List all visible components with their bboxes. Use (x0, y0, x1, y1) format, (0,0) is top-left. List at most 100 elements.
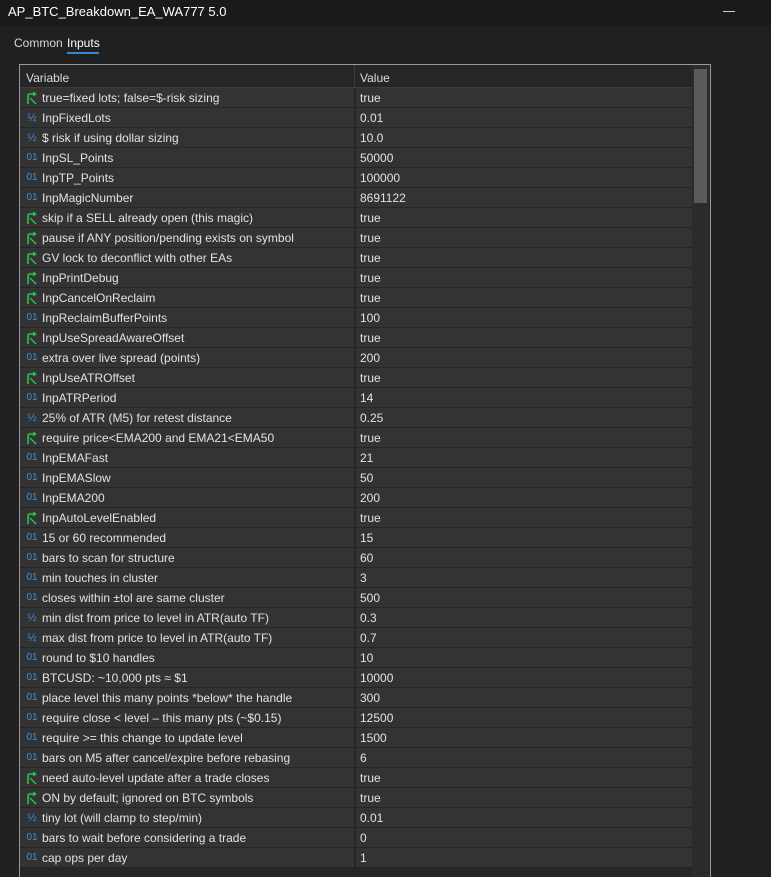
table-row[interactable]: ½ InpFixedLots 0.01 (20, 108, 692, 128)
table-row[interactable]: ½ tiny lot (will clamp to step/min) 0.01 (20, 808, 692, 828)
table-row[interactable]: 01 15 or 60 recommended 15 (20, 528, 692, 548)
vertical-scrollbar[interactable] (692, 65, 709, 877)
integer-01-icon: 01 (26, 592, 38, 603)
variable-value[interactable]: 12500 (360, 711, 393, 725)
variable-value[interactable]: true (360, 271, 381, 285)
table-row[interactable]: 01 InpMagicNumber 8691122 (20, 188, 692, 208)
variable-value[interactable]: 21 (360, 451, 373, 465)
variable-value[interactable]: 6 (360, 751, 367, 765)
table-row[interactable]: 01 InpSL_Points 50000 (20, 148, 692, 168)
variable-value[interactable]: 15 (360, 531, 373, 545)
table-row[interactable]: 01 bars on M5 after cancel/expire before … (20, 748, 692, 768)
integer-01-icon: 01 (26, 552, 38, 563)
table-row[interactable]: 01 BTCUSD: ~10,000 pts ≈ $1 10000 (20, 668, 692, 688)
table-row[interactable]: 01 InpEMAFast 21 (20, 448, 692, 468)
table-row[interactable]: ½ max dist from price to level in ATR(aut… (20, 628, 692, 648)
table-row[interactable]: InpCancelOnReclaim true (20, 288, 692, 308)
variable-value[interactable]: 50 (360, 471, 373, 485)
variable-value[interactable]: 300 (360, 691, 380, 705)
table-row[interactable]: pause if ANY position/pending exists on … (20, 228, 692, 248)
bool-arrow-icon (25, 251, 39, 265)
variable-value[interactable]: 8691122 (360, 191, 406, 205)
minimize-icon[interactable] (723, 2, 735, 20)
table-row[interactable]: InpAutoLevelEnabled true (20, 508, 692, 528)
variable-value[interactable]: 200 (360, 491, 380, 505)
table-row[interactable]: skip if a SELL already open (this magic)… (20, 208, 692, 228)
table-row[interactable]: ON by default; ignored on BTC symbols tru… (20, 788, 692, 808)
table-row[interactable]: 01 InpReclaimBufferPoints 100 (20, 308, 692, 328)
variable-value[interactable]: true (360, 291, 381, 305)
cell-divider (354, 548, 356, 568)
variable-value[interactable]: 100 (360, 311, 380, 325)
cell-divider (354, 648, 356, 668)
variable-value[interactable]: true (360, 251, 381, 265)
variable-value[interactable]: 10000 (360, 671, 393, 685)
column-header-variable[interactable]: Variable (26, 71, 69, 85)
table-row[interactable]: require price<EMA200 and EMA21<EMA50 true (20, 428, 692, 448)
table-row[interactable]: 01 require >= this change to update level… (20, 728, 692, 748)
table-row[interactable]: 01 extra over live spread (points) 200 (20, 348, 692, 368)
table-row[interactable]: 01 closes within ±tol are same cluster 500 (20, 588, 692, 608)
variable-value[interactable]: true (360, 771, 381, 785)
table-row[interactable]: 01 min touches in cluster 3 (20, 568, 692, 588)
table-row[interactable]: 01 require close < level – this many pts … (20, 708, 692, 728)
variable-value[interactable]: 100000 (360, 171, 400, 185)
table-row[interactable]: 01 round to $10 handles 10 (20, 648, 692, 668)
variable-value[interactable]: 50000 (360, 151, 393, 165)
variable-name: skip if a SELL already open (this magic) (42, 211, 253, 225)
tab-inputs[interactable]: Inputs (67, 36, 100, 50)
variable-value[interactable]: 10 (360, 651, 373, 665)
column-divider[interactable] (354, 65, 355, 87)
table-row[interactable]: 01 InpEMASlow 50 (20, 468, 692, 488)
integer-01-icon: 01 (26, 532, 38, 543)
variable-value[interactable]: true (360, 231, 381, 245)
table-row[interactable]: 01 InpATRPeriod 14 (20, 388, 692, 408)
variable-value[interactable]: 3 (360, 571, 367, 585)
table-row[interactable]: GV lock to deconflict with other EAs true (20, 248, 692, 268)
variable-value[interactable]: 10.0 (360, 131, 383, 145)
table-row[interactable]: 01 bars to scan for structure 60 (20, 548, 692, 568)
title-bar: AP_BTC_Breakdown_EA_WA777 5.0 (0, 0, 771, 26)
table-row[interactable]: 01 bars to wait before considering a trad… (20, 828, 692, 848)
table-row[interactable]: 01 cap ops per day 1 (20, 848, 692, 868)
fraction-half-icon: ½ (27, 612, 37, 624)
table-row[interactable]: true=fixed lots; false=$-risk sizing true (20, 88, 692, 108)
variable-value[interactable]: 0.25 (360, 411, 383, 425)
variable-value[interactable]: 500 (360, 591, 380, 605)
table-row[interactable]: InpPrintDebug true (20, 268, 692, 288)
table-row[interactable]: ½ $ risk if using dollar sizing 10.0 (20, 128, 692, 148)
scrollbar-thumb[interactable] (694, 69, 707, 203)
variable-value[interactable]: true (360, 511, 381, 525)
variable-value[interactable]: 14 (360, 391, 373, 405)
variable-value[interactable]: 0.7 (360, 631, 377, 645)
column-header-value[interactable]: Value (360, 71, 390, 85)
variable-value[interactable]: true (360, 331, 381, 345)
table-row[interactable]: InpUseATROffset true (20, 368, 692, 388)
table-row[interactable]: 01 InpTP_Points 100000 (20, 168, 692, 188)
variable-value[interactable]: true (360, 211, 381, 225)
variable-name: BTCUSD: ~10,000 pts ≈ $1 (42, 671, 188, 685)
variable-value[interactable]: true (360, 431, 381, 445)
integer-01-icon: 01 (26, 852, 38, 863)
bool-arrow-icon (25, 511, 39, 525)
table-row[interactable]: InpUseSpreadAwareOffset true (20, 328, 692, 348)
tab-common[interactable]: Common (14, 36, 63, 50)
variable-name: cap ops per day (42, 851, 128, 865)
variable-value[interactable]: 60 (360, 551, 373, 565)
variable-value[interactable]: 1500 (360, 731, 387, 745)
variable-value[interactable]: 0 (360, 831, 367, 845)
variable-value[interactable]: 0.01 (360, 811, 383, 825)
variable-value[interactable]: 0.3 (360, 611, 377, 625)
variable-name: InpMagicNumber (42, 191, 134, 205)
variable-value[interactable]: 0.01 (360, 111, 383, 125)
table-row[interactable]: need auto-level update after a trade clo… (20, 768, 692, 788)
variable-value[interactable]: 200 (360, 351, 380, 365)
table-row[interactable]: ½ min dist from price to level in ATR(aut… (20, 608, 692, 628)
variable-value[interactable]: 1 (360, 851, 367, 865)
variable-value[interactable]: true (360, 371, 381, 385)
variable-value[interactable]: true (360, 791, 381, 805)
table-row[interactable]: 01 InpEMA200 200 (20, 488, 692, 508)
variable-value[interactable]: true (360, 91, 381, 105)
table-row[interactable]: ½ 25% of ATR (M5) for retest distance 0.25 (20, 408, 692, 428)
table-row[interactable]: 01 place level this many points *below* t… (20, 688, 692, 708)
